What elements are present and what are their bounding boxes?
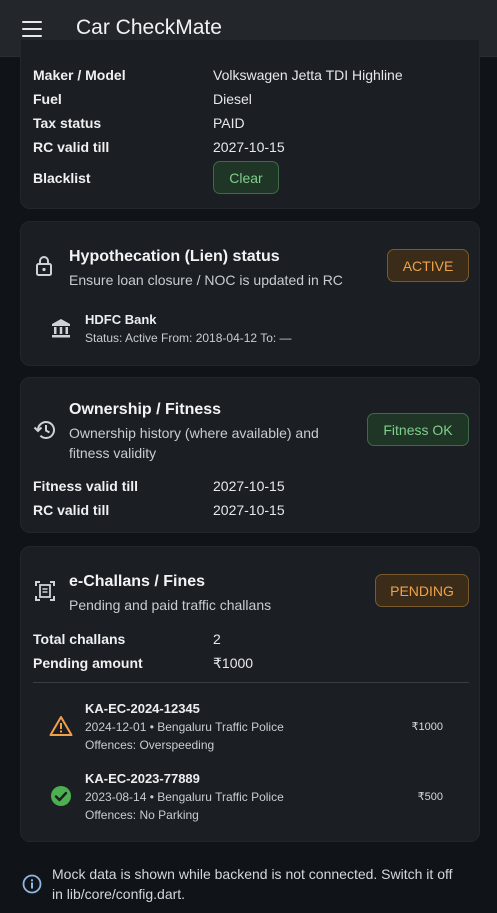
notice-line1: Mock data is shown while backend is not … bbox=[52, 866, 453, 882]
notice-line2: in lib/core/config.dart. bbox=[52, 886, 186, 902]
check-circle-icon bbox=[51, 786, 71, 806]
detail-label: Fitness valid till bbox=[33, 478, 139, 494]
lender-name: HDFC Bank bbox=[85, 312, 157, 327]
challan-offences: Offences: Overspeeding bbox=[85, 738, 215, 752]
menu-icon[interactable] bbox=[22, 21, 42, 37]
hypothecation-title: Hypothecation (Lien) status bbox=[69, 248, 280, 265]
detail-label: Total challans bbox=[33, 631, 126, 647]
ownership-fitness-card: Ownership / Fitness Ownership history (w… bbox=[20, 377, 480, 533]
bank-icon bbox=[52, 319, 70, 338]
hypothecation-card: Hypothecation (Lien) status Ensure loan … bbox=[20, 221, 480, 366]
challan-id: KA-EC-2024-12345 bbox=[85, 701, 200, 716]
detail-value: Diesel bbox=[213, 91, 252, 107]
ownership-title: Ownership / Fitness bbox=[69, 401, 222, 418]
detail-value: 2027-10-15 bbox=[213, 478, 285, 494]
detail-value: 2027-10-15 bbox=[213, 139, 285, 155]
challan-amount: ₹1000 bbox=[411, 721, 443, 733]
app-title: Car CheckMate bbox=[76, 16, 222, 39]
ownership-subtitle-line1: Ownership history (where available) and bbox=[69, 425, 319, 441]
challan-date-authority: 2024-12-01 • Bengaluru Traffic Police bbox=[85, 720, 284, 734]
detail-label: Tax status bbox=[33, 115, 102, 131]
echallans-card: e-Challans / Fines Pending and paid traf… bbox=[20, 546, 480, 842]
detail-label: Fuel bbox=[33, 91, 62, 107]
challan-date-authority: 2023-08-14 • Bengaluru Traffic Police bbox=[85, 790, 284, 804]
divider bbox=[33, 682, 469, 683]
hypothecation-subtitle: Ensure loan closure / NOC is updated in … bbox=[69, 272, 343, 288]
detail-value: 2 bbox=[213, 631, 221, 647]
lien-status-chip[interactable]: ACTIVE bbox=[387, 249, 469, 282]
fitness-status-chip[interactable]: Fitness OK bbox=[367, 413, 469, 446]
challan-id: KA-EC-2023-77889 bbox=[85, 771, 200, 786]
detail-value: ₹1000 bbox=[213, 655, 254, 671]
lock-icon bbox=[36, 256, 52, 276]
echallans-title: e-Challans / Fines bbox=[69, 573, 206, 590]
detail-label: RC valid till bbox=[33, 502, 110, 518]
detail-label: RC valid till bbox=[33, 139, 110, 155]
lien-details: Status: Active From: 2018-04-12 To: — bbox=[85, 331, 292, 345]
info-icon bbox=[22, 874, 42, 894]
mock-data-notice: Mock data is shown while backend is not … bbox=[0, 856, 497, 913]
detail-value: PAID bbox=[213, 115, 245, 131]
echallans-subtitle: Pending and paid traffic challans bbox=[69, 597, 272, 613]
challan-amount: ₹500 bbox=[417, 791, 443, 803]
detail-label: Maker / Model bbox=[33, 67, 126, 83]
vehicle-details-card: Maker / Model Volkswagen Jetta TDI Highl… bbox=[20, 40, 480, 209]
warning-icon bbox=[49, 716, 73, 736]
detail-label: Pending amount bbox=[33, 655, 143, 671]
detail-value: 2027-10-15 bbox=[213, 502, 285, 518]
blacklist-status-chip[interactable]: Clear bbox=[213, 161, 279, 194]
challan-offences: Offences: No Parking bbox=[85, 808, 199, 822]
receipt-scan-icon bbox=[35, 581, 55, 601]
ownership-subtitle-line2: fitness validity bbox=[69, 445, 157, 461]
history-icon bbox=[33, 421, 55, 439]
blacklist-label: Blacklist bbox=[33, 170, 91, 186]
challan-status-chip[interactable]: PENDING bbox=[375, 574, 469, 607]
detail-value: Volkswagen Jetta TDI Highline bbox=[213, 67, 403, 83]
notice-text: Mock data is shown while backend is not … bbox=[52, 864, 492, 904]
